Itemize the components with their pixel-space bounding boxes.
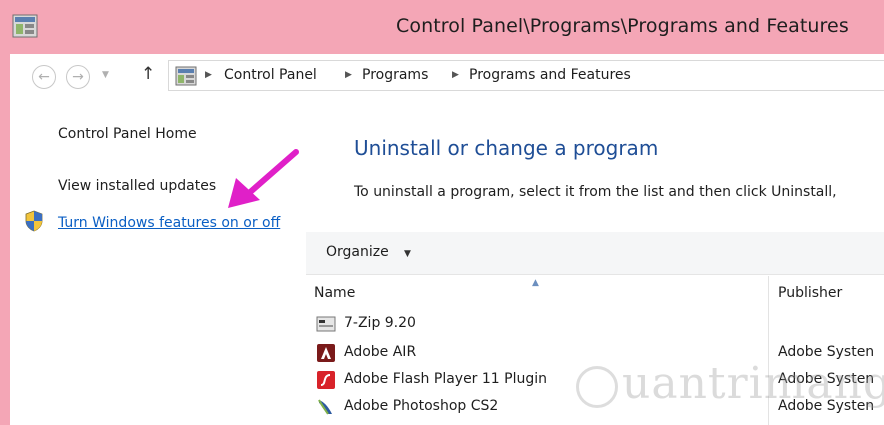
window-title: Control Panel\Programs\Programs and Feat… (396, 15, 849, 37)
breadcrumb-separator-icon[interactable]: ▶ (452, 70, 459, 80)
adobe-air-icon (317, 344, 335, 362)
chevron-down-icon[interactable]: ▼ (404, 249, 411, 259)
program-name: Adobe Flash Player 11 Plugin (344, 371, 548, 387)
breadcrumb-separator-icon[interactable]: ▶ (345, 70, 352, 80)
window-border (0, 54, 10, 425)
watermark-logo-icon (576, 366, 618, 408)
uac-shield-icon (25, 210, 43, 232)
turn-windows-features-link[interactable]: Turn Windows features on or off (58, 213, 298, 234)
address-bar[interactable]: ▶ Control Panel ▶ Programs ▶ Programs an… (168, 60, 884, 91)
breadcrumb-control-panel[interactable]: Control Panel (224, 67, 317, 83)
annotation-arrow-icon (228, 149, 299, 208)
forward-button[interactable]: → (66, 65, 90, 89)
view-installed-updates-link[interactable]: View installed updates (58, 178, 216, 194)
control-panel-icon (175, 66, 197, 86)
programs-and-features-window: Control Panel\Programs\Programs and Feat… (0, 0, 884, 425)
chevron-down-icon: ▼ (102, 70, 109, 80)
program-name: Adobe AIR (344, 344, 417, 360)
program-name: Adobe Photoshop CS2 (344, 398, 499, 414)
breadcrumb-separator-icon[interactable]: ▶ (205, 70, 212, 80)
title-bar[interactable]: Control Panel\Programs\Programs and Feat… (0, 0, 884, 54)
arrow-up-icon: ↑ (141, 64, 156, 84)
breadcrumb-programs-and-features[interactable]: Programs and Features (469, 67, 631, 83)
watermark: uantrimang (560, 352, 884, 422)
adobe-flash-icon (317, 371, 335, 389)
recent-locations-dropdown[interactable]: ▼ (102, 70, 109, 80)
7zip-icon (316, 316, 336, 332)
back-button[interactable]: ← (32, 65, 56, 89)
page-description: To uninstall a program, select it from t… (354, 184, 837, 200)
control-panel-icon (12, 14, 38, 38)
watermark-text: uantrimang (622, 358, 884, 409)
adobe-photoshop-icon (318, 399, 332, 415)
page-heading: Uninstall or change a program (354, 136, 659, 160)
navigation-bar: ← → ▼ ↑ ▶ Control Panel ▶ Programs ▶ Pro… (10, 54, 884, 98)
sort-ascending-icon: ▲ (532, 278, 539, 288)
table-row[interactable]: 7-Zip 9.20 (306, 312, 884, 338)
program-name: 7-Zip 9.20 (344, 315, 416, 331)
arrow-left-icon: ← (38, 69, 50, 85)
control-panel-home-link[interactable]: Control Panel Home (58, 126, 197, 142)
breadcrumb-programs[interactable]: Programs (362, 67, 428, 83)
arrow-right-icon: → (72, 69, 84, 85)
organize-menu-button[interactable]: Organize (326, 244, 389, 260)
program-list-toolbar: Organize ▼ (306, 232, 884, 275)
up-button[interactable]: ↑ (141, 64, 155, 84)
